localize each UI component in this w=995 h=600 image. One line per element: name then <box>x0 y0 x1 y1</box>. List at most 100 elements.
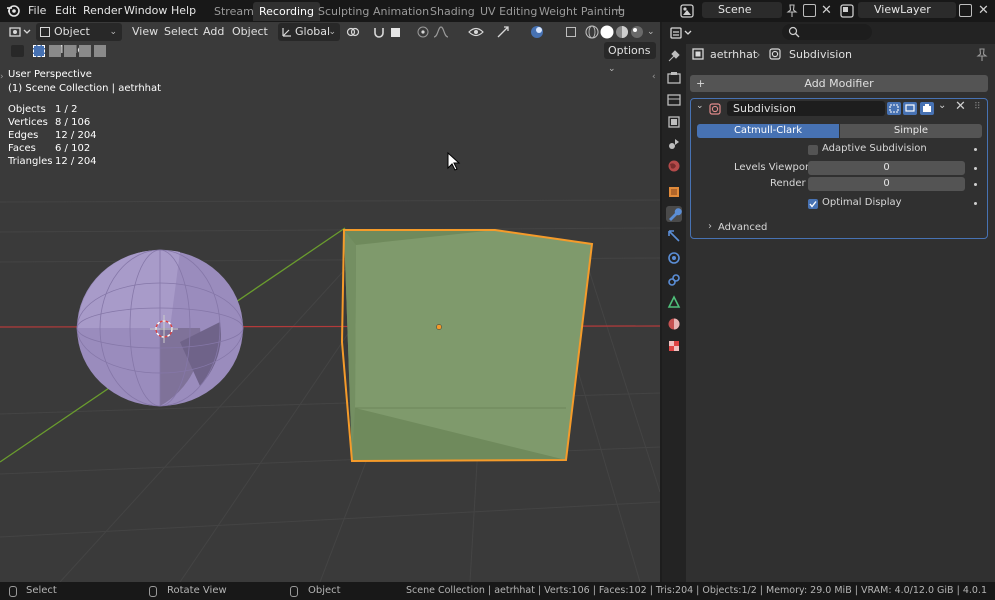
optimal-display-checkbox[interactable] <box>808 199 818 209</box>
toolbar-toggle-icon[interactable] <box>11 45 24 57</box>
tab-shading[interactable]: Shading <box>424 2 481 21</box>
orientation-icon <box>282 28 291 37</box>
modifier-menu-chevron-icon[interactable]: ⌄ <box>938 100 946 111</box>
delete-scene-icon[interactable]: ✕ <box>821 0 832 22</box>
scene-icon[interactable] <box>680 4 694 18</box>
stat-objects-value: 1 / 2 <box>55 104 78 115</box>
status-rotate-hint: Rotate View <box>167 585 227 596</box>
pin-icon[interactable] <box>786 4 798 18</box>
modifier-tab[interactable] <box>666 206 682 222</box>
blender-logo-icon[interactable] <box>6 4 20 18</box>
transform-orientation[interactable]: Global ⌄ <box>278 23 340 41</box>
menu-object[interactable]: Object <box>232 23 268 41</box>
wireframe-shading-icon[interactable] <box>585 25 599 39</box>
simple-option[interactable]: Simple <box>840 124 982 138</box>
scene-name-field[interactable]: Scene <box>702 2 782 18</box>
menu-render[interactable]: Render <box>83 0 122 22</box>
search-icon <box>788 26 800 38</box>
3d-viewport[interactable]: Object Mode ⌄ View Select Add Object Glo… <box>0 22 660 582</box>
world-tab[interactable] <box>666 158 682 174</box>
new-scene-icon[interactable] <box>803 4 816 17</box>
keyframe-dot-icon[interactable] <box>974 148 977 151</box>
particles-tab[interactable] <box>666 228 682 244</box>
select-extend-icon[interactable] <box>49 45 61 57</box>
proportional-edit-icon[interactable] <box>416 25 430 39</box>
editor-type-icon[interactable] <box>9 25 31 39</box>
material-shading-icon[interactable] <box>615 25 629 39</box>
constraints-icon <box>668 274 680 286</box>
delete-view-layer-icon[interactable]: ✕ <box>978 0 989 22</box>
material-tab[interactable] <box>666 316 682 332</box>
snap-icon[interactable] <box>372 25 386 39</box>
keyframe-dot-icon[interactable] <box>974 183 977 186</box>
snap-target-icon[interactable] <box>391 28 400 37</box>
drag-handle-icon[interactable]: ⠿ <box>974 102 981 112</box>
selected-cube[interactable] <box>340 229 594 463</box>
levels-viewport-field[interactable]: 0 <box>808 161 965 175</box>
pivot-icon[interactable] <box>346 25 360 39</box>
scene-tab-icon <box>669 139 679 149</box>
select-new-icon[interactable] <box>33 45 45 57</box>
gizmo-icon[interactable] <box>496 25 510 39</box>
render-levels-field[interactable]: 0 <box>808 177 965 191</box>
output-tab[interactable] <box>666 92 682 108</box>
edit-mode-toggle-icon[interactable] <box>887 102 901 115</box>
render-toggle-icon[interactable] <box>920 102 934 115</box>
menu-file[interactable]: File <box>28 0 46 22</box>
menu-window[interactable]: Window <box>124 0 167 22</box>
view-layer-tab[interactable] <box>666 114 682 130</box>
catmull-clark-option[interactable]: Catmull-Clark <box>697 124 839 138</box>
modifier-name-field[interactable]: Subdivision <box>727 101 885 116</box>
add-modifier-button[interactable]: + Add Modifier <box>690 75 988 92</box>
viewport-scene[interactable] <box>0 22 660 582</box>
scene-tab[interactable] <box>666 136 682 152</box>
solid-shading-icon[interactable] <box>600 25 614 39</box>
adaptive-subdivision-checkbox[interactable] <box>808 145 818 155</box>
physics-tab[interactable] <box>666 250 682 266</box>
sidebar-expand-icon[interactable]: › <box>0 72 4 82</box>
menu-view[interactable]: View <box>132 23 158 41</box>
collapse-chevron-icon[interactable]: ⌄ <box>696 101 704 111</box>
select-intersect-icon[interactable] <box>94 45 106 57</box>
data-tab[interactable] <box>666 294 682 310</box>
menu-add[interactable]: Add <box>203 23 224 41</box>
remove-modifier-icon[interactable]: ✕ <box>955 99 966 114</box>
keyframe-dot-icon[interactable] <box>974 167 977 170</box>
material-icon <box>668 318 680 330</box>
texture-tab[interactable] <box>666 338 682 354</box>
add-workspace-button[interactable]: + <box>614 0 625 22</box>
keyframe-dot-icon[interactable] <box>974 202 977 205</box>
advanced-subpanel-label[interactable]: Advanced <box>718 222 767 233</box>
falloff-icon[interactable] <box>433 25 449 39</box>
overlays-icon[interactable] <box>530 24 544 40</box>
select-subtract-icon[interactable] <box>64 45 76 57</box>
options-button[interactable]: Options ⌄ <box>604 42 656 74</box>
menu-help[interactable]: Help <box>171 0 196 22</box>
view-layer-field[interactable]: ViewLayer <box>858 2 956 18</box>
rendered-shading-icon[interactable] <box>630 25 644 39</box>
render-tab[interactable] <box>666 70 682 86</box>
menu-select[interactable]: Select <box>164 23 198 41</box>
viewport-toggle-icon[interactable] <box>903 102 917 115</box>
select-invert-icon[interactable] <box>79 45 91 57</box>
view-layer-icon[interactable] <box>840 4 854 18</box>
shading-options-chevron-icon[interactable]: ⌄ <box>647 23 655 41</box>
pin-icon[interactable] <box>976 48 988 62</box>
modifier-name: Subdivision <box>733 102 797 115</box>
menu-edit[interactable]: Edit <box>55 0 76 22</box>
tab-recording[interactable]: Recording <box>253 2 321 21</box>
constraints-tab[interactable] <box>666 272 682 288</box>
mode-selector[interactable]: Object Mode ⌄ <box>36 23 122 56</box>
status-select-hint: Select <box>26 585 57 596</box>
visibility-icon[interactable] <box>468 25 484 39</box>
editor-type-icon[interactable] <box>670 26 692 40</box>
advanced-chevron-icon[interactable]: › <box>708 221 712 232</box>
tool-tab[interactable] <box>666 48 682 64</box>
uv-sphere[interactable] <box>76 249 244 407</box>
xray-icon[interactable] <box>566 27 576 37</box>
n-panel-expand-icon[interactable]: ‹ <box>652 72 656 82</box>
object-tab[interactable] <box>666 184 682 200</box>
tab-sculpting[interactable]: Sculpting <box>312 2 375 21</box>
new-view-layer-icon[interactable] <box>959 4 972 17</box>
properties-search-input[interactable] <box>782 24 872 40</box>
